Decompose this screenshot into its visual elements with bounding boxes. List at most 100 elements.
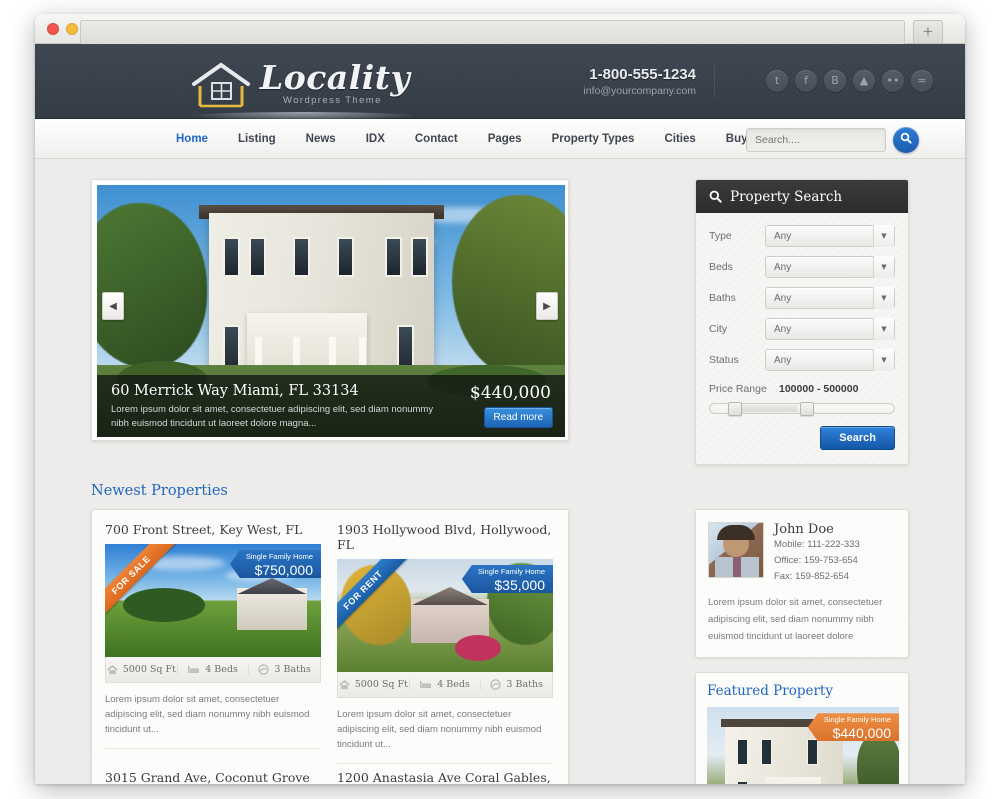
site-header: Locality Wordpress Theme 1-800-555-1234 … [35, 44, 965, 122]
dropbox-icon[interactable]: ▲ [853, 70, 875, 92]
property-card[interactable]: 1200 Anastasia Ave Coral Gables, FL [337, 770, 553, 784]
nav-item-listing[interactable]: Listing [223, 119, 291, 159]
property-price: $35,000 [494, 577, 545, 593]
content-columns: 700 Front Street, Key West, FL Single Fa… [91, 509, 909, 784]
property-price: $750,000 [254, 562, 313, 578]
meta-sqft: 5000 Sq Ft [106, 664, 178, 675]
chevron-down-icon[interactable]: ▼ [873, 287, 894, 309]
chevron-down-icon[interactable]: ▼ [873, 256, 894, 278]
property-search-title: Property Search [730, 188, 843, 205]
home-icon [107, 664, 118, 674]
window-decoration [737, 781, 748, 784]
agent-bio: Lorem ipsum dolor sit amet, consectetuer… [708, 597, 883, 642]
price-range-handle-max[interactable] [800, 402, 815, 416]
label-baths: Baths [709, 292, 736, 304]
window-decoration [249, 237, 266, 277]
select-status[interactable]: Any ▼ [765, 349, 895, 371]
nav-item-list: Home Listing News IDX Contact Pages Prop… [161, 119, 803, 159]
property-meta-bar: 5000 Sq Ft 4 Beds 3 Baths [337, 672, 553, 698]
property-title[interactable]: 1200 Anastasia Ave Coral Gables, FL [337, 770, 553, 784]
nav-item-cities[interactable]: Cities [649, 119, 710, 159]
social-links[interactable]: t f B ▲ •• ≈ [766, 70, 933, 92]
window-decoration [411, 237, 428, 277]
bath-icon [258, 664, 270, 675]
select-baths[interactable]: Any ▼ [765, 287, 895, 309]
search-submit-button[interactable] [893, 127, 919, 153]
bath-icon [490, 679, 502, 690]
property-type: Single Family Home [477, 567, 545, 576]
property-search-button[interactable]: Search [820, 426, 895, 450]
facebook-icon[interactable]: f [795, 70, 817, 92]
select-city[interactable]: Any ▼ [765, 318, 895, 340]
property-thumbnail[interactable]: Single Family Home $35,000 FOR RENT [337, 559, 553, 672]
slider-prev-arrow-icon[interactable]: ◀ [102, 292, 124, 320]
property-card[interactable]: 3015 Grand Ave, Coconut Grove [105, 770, 321, 784]
search-icon [709, 190, 722, 203]
nav-item-home[interactable]: Home [161, 119, 223, 159]
header-contact: 1-800-555-1234 info@yourcompany.com [583, 66, 715, 97]
property-description: Lorem ipsum dolor sit amet, consectetuer… [105, 694, 310, 736]
logo-wordmark: Locality [260, 58, 411, 97]
house-facade [237, 588, 307, 630]
featured-property-type: Single Family Home [823, 715, 891, 725]
nav-item-news[interactable]: News [291, 119, 351, 159]
price-range-value: 100000 - 500000 [779, 383, 859, 395]
blogger-icon[interactable]: B [824, 70, 846, 92]
price-range-slider[interactable] [709, 402, 895, 416]
sidebar-column: John Doe Mobile: 111-222-333 Office: 159… [695, 509, 909, 784]
contact-email[interactable]: info@yourcompany.com [583, 85, 696, 97]
browser-tab[interactable] [80, 20, 905, 44]
chevron-down-icon[interactable]: ▼ [873, 349, 894, 371]
property-title[interactable]: 700 Front Street, Key West, FL [105, 522, 321, 537]
field-row-city: City Any ▼ [709, 318, 895, 340]
browser-chrome: + [35, 14, 965, 44]
field-row-beds: Beds Any ▼ [709, 256, 895, 278]
field-row-status: Status Any ▼ [709, 349, 895, 371]
house-logo-icon [192, 62, 250, 108]
price-ribbon: Single Family Home $750,000 [229, 550, 321, 578]
header-search [746, 127, 919, 153]
close-window-button[interactable] [47, 23, 59, 35]
nav-item-property-types[interactable]: Property Types [537, 119, 650, 159]
chevron-down-icon[interactable]: ▼ [873, 225, 894, 247]
property-search-panel: Property Search Type Any ▼ Beds Any ▼ Ba… [695, 179, 909, 465]
tree-decoration [123, 588, 205, 622]
page-content: 60 Merrick Way Miami, FL 33134 Lorem ips… [35, 159, 965, 784]
nav-item-contact[interactable]: Contact [400, 119, 473, 159]
site-logo[interactable]: Locality Wordpress Theme [165, 54, 475, 122]
featured-property-price: $440,000 [832, 725, 891, 742]
search-input[interactable] [746, 128, 886, 152]
featured-property-thumbnail[interactable]: Single Family Home $440,000 [707, 707, 899, 784]
label-status: Status [709, 354, 739, 366]
flickr-icon[interactable]: •• [882, 70, 904, 92]
read-more-button[interactable]: Read more [483, 407, 553, 428]
nav-item-pages[interactable]: Pages [473, 119, 537, 159]
price-range-handle-min[interactable] [728, 402, 743, 416]
contact-phone[interactable]: 1-800-555-1234 [583, 66, 696, 83]
bed-icon [420, 681, 432, 688]
hero-slider: 60 Merrick Way Miami, FL 33134 Lorem ips… [91, 179, 569, 441]
slider-next-arrow-icon[interactable]: ▶ [536, 292, 558, 320]
meta-sqft: 5000 Sq Ft [338, 679, 410, 690]
select-type[interactable]: Any ▼ [765, 225, 895, 247]
property-title[interactable]: 1903 Hollywood Blvd, Hollywood, FL [337, 522, 553, 552]
new-tab-button[interactable]: + [913, 20, 943, 43]
property-card[interactable]: 1903 Hollywood Blvd, Hollywood, FL Singl… [337, 522, 553, 764]
agent-mobile: Mobile: 111-222-333 [774, 539, 860, 550]
rss-icon[interactable]: ≈ [911, 70, 933, 92]
minimize-window-button[interactable] [66, 23, 78, 35]
chevron-down-icon[interactable]: ▼ [873, 318, 894, 340]
property-title[interactable]: 3015 Grand Ave, Coconut Grove [105, 770, 321, 784]
price-range-fill [735, 405, 799, 412]
property-card[interactable]: 700 Front Street, Key West, FL Single Fa… [105, 522, 321, 764]
property-grid: 700 Front Street, Key West, FL Single Fa… [92, 510, 568, 784]
meta-sqft-label: 5000 Sq Ft [354, 679, 408, 690]
window-decoration [807, 739, 818, 766]
property-thumbnail[interactable]: Single Family Home $750,000 FOR SALE [105, 544, 321, 657]
nav-item-idx[interactable]: IDX [351, 119, 400, 159]
twitter-icon[interactable]: t [766, 70, 788, 92]
meta-baths: 3 Baths [481, 679, 552, 690]
select-beds[interactable]: Any ▼ [765, 256, 895, 278]
window-decoration [737, 739, 748, 766]
main-navigation: Home Listing News IDX Contact Pages Prop… [35, 119, 965, 159]
